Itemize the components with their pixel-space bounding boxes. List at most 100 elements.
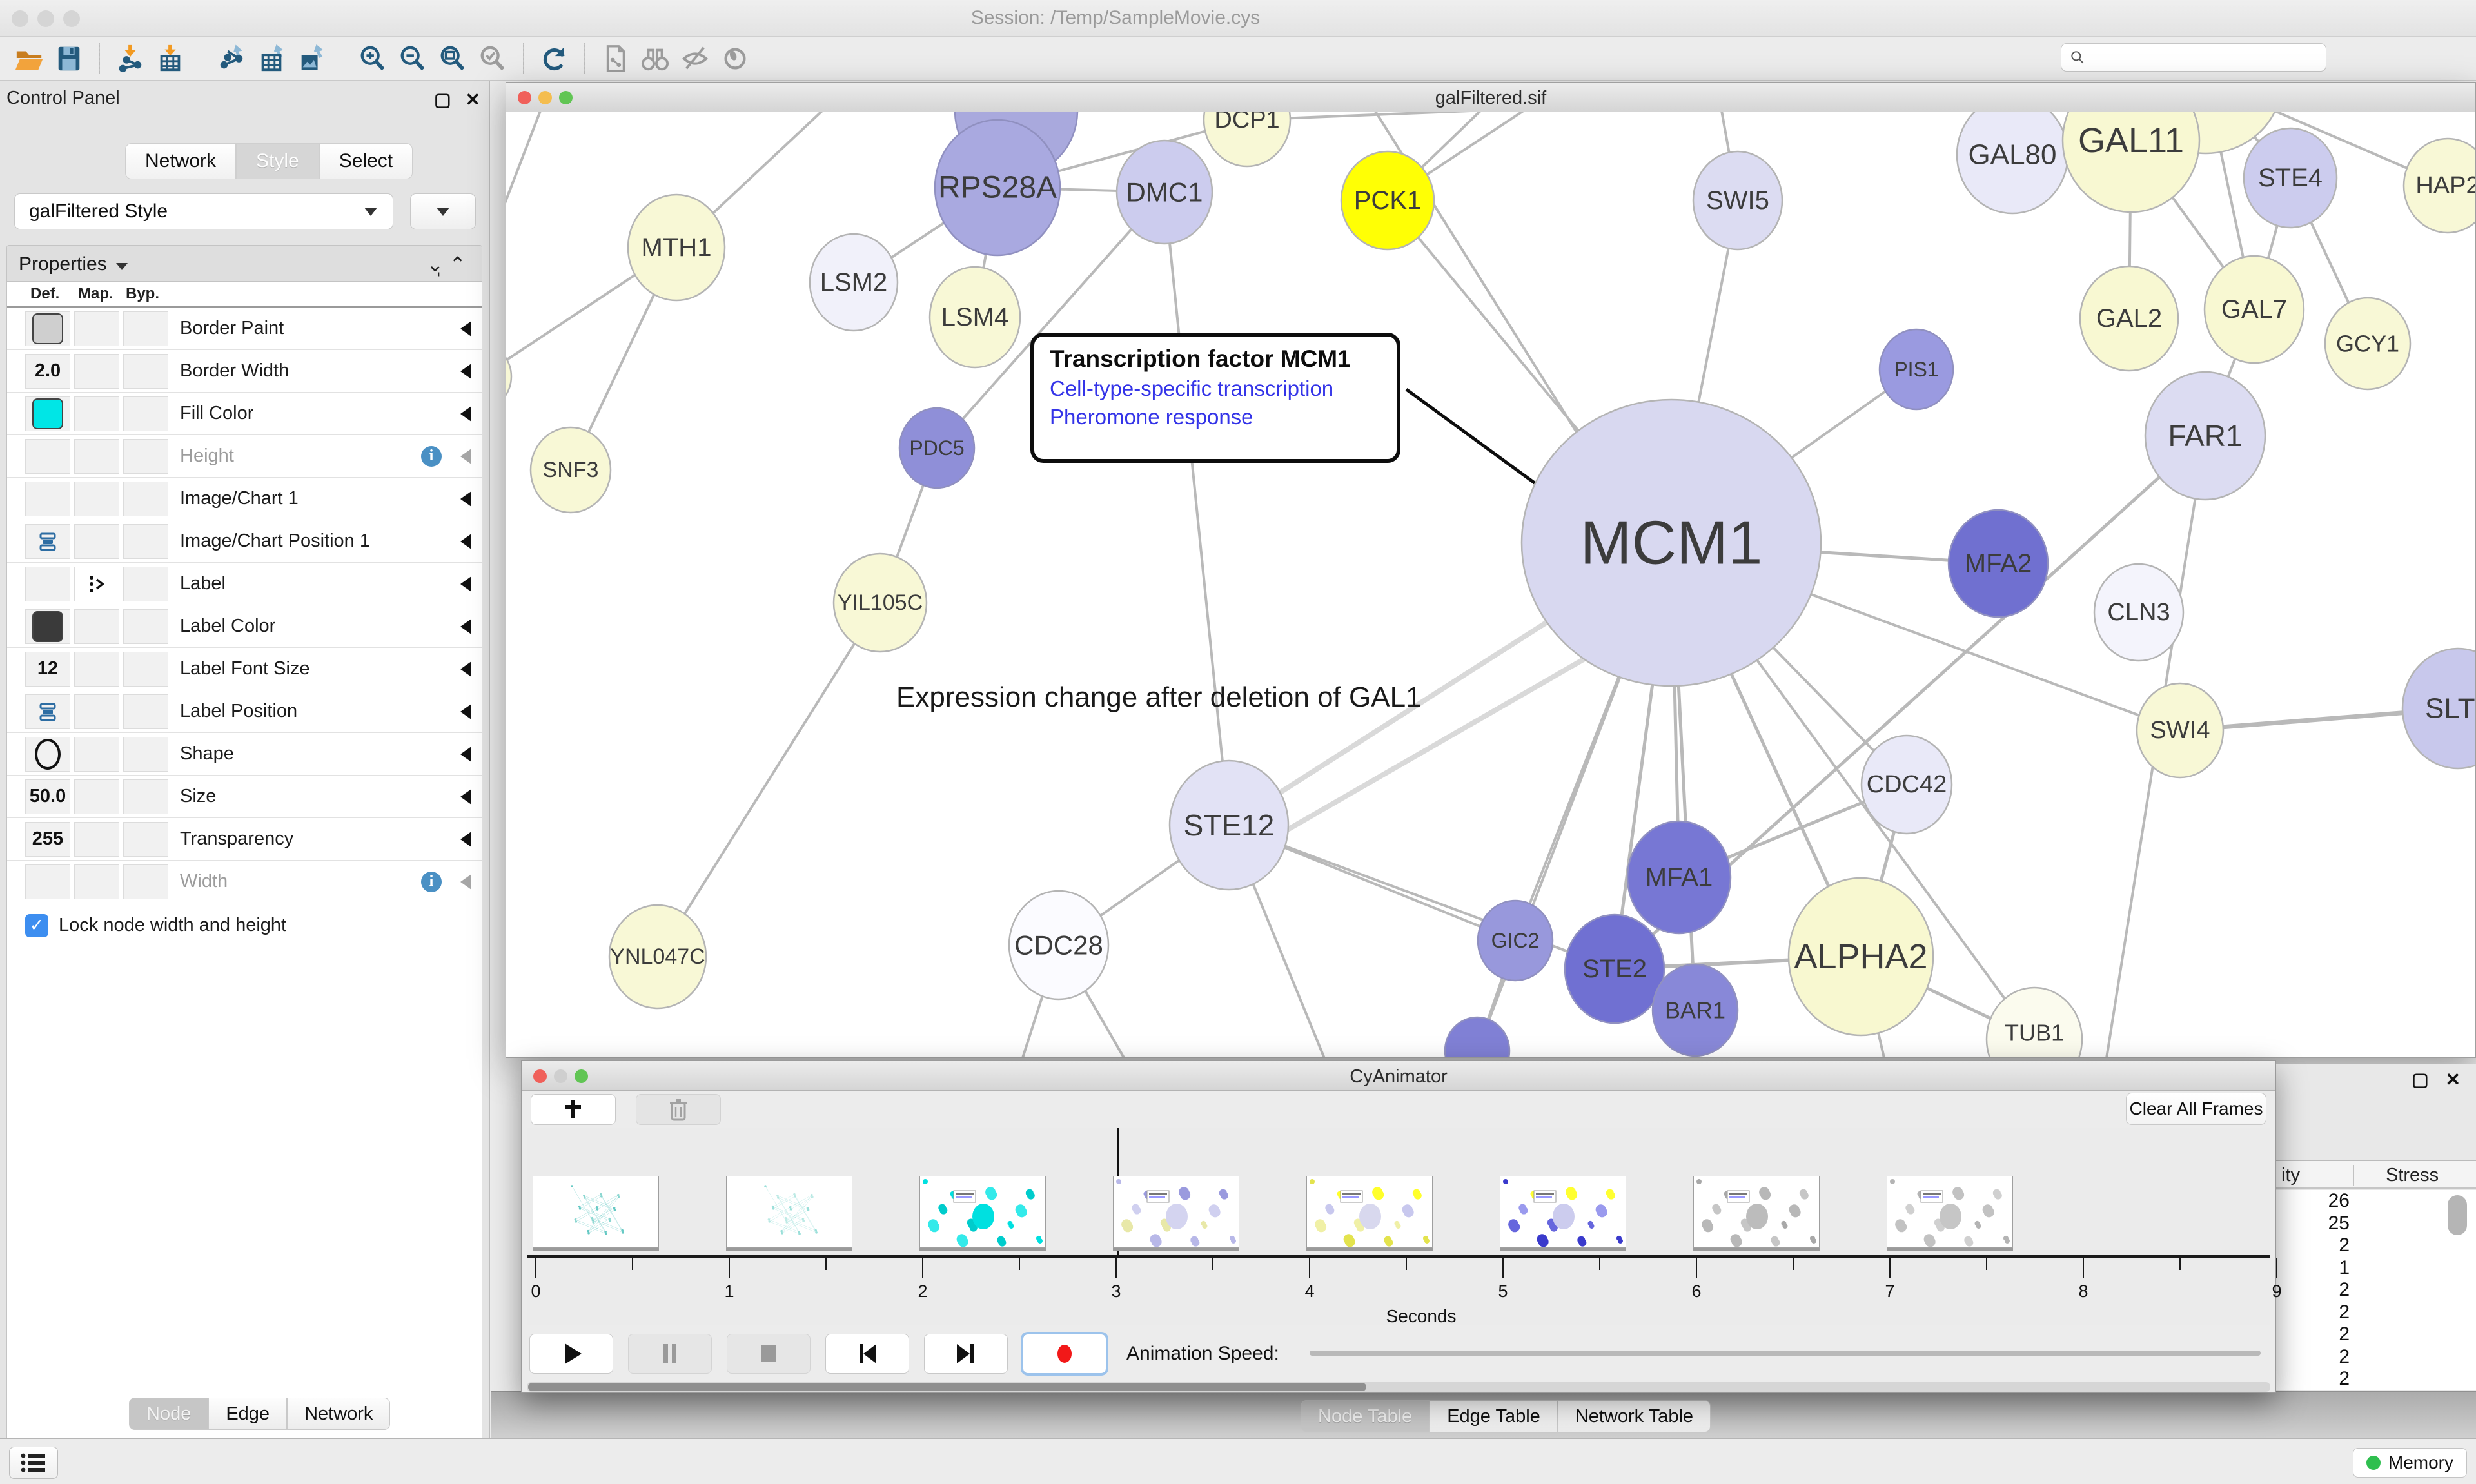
search-input[interactable]	[2061, 43, 2326, 72]
record-button[interactable]	[1023, 1334, 1106, 1374]
minimize-window-icon[interactable]	[37, 10, 54, 27]
mapping-cell[interactable]	[74, 652, 119, 687]
zoom-out-button[interactable]	[393, 40, 433, 77]
maximize-window-icon[interactable]	[63, 10, 80, 27]
tab-node[interactable]: Node	[129, 1398, 208, 1430]
properties-header[interactable]: Properties	[19, 253, 128, 275]
skip-start-button[interactable]	[825, 1334, 909, 1374]
cyanimator-titlebar[interactable]: CyAnimator	[522, 1061, 2275, 1091]
expand-arrow-icon[interactable]	[460, 491, 471, 507]
frame-thumbnail-3[interactable]	[1113, 1176, 1239, 1248]
frame-thumbnail-1[interactable]	[726, 1176, 852, 1248]
network-window-titlebar[interactable]: galFiltered.sif	[506, 83, 2475, 112]
default-value-cell[interactable]	[25, 737, 70, 772]
style-select[interactable]: galFiltered Style	[14, 193, 393, 229]
mcm1-annotation-box[interactable]: Transcription factor MCM1 Cell-type-spec…	[1030, 333, 1400, 463]
mapping-cell[interactable]	[74, 694, 119, 729]
expand-collapse-icons[interactable]: ⌄̩⌃	[426, 252, 471, 277]
bypass-cell[interactable]	[123, 779, 168, 814]
delete-frame-button[interactable]	[636, 1094, 721, 1125]
default-value-cell[interactable]: 12	[25, 652, 70, 687]
animation-speed-slider[interactable]	[1310, 1351, 2261, 1356]
expand-arrow-icon[interactable]	[460, 619, 471, 634]
edge[interactable]	[506, 112, 545, 267]
default-value-cell[interactable]	[25, 311, 70, 346]
close-window-icon[interactable]	[12, 10, 28, 27]
property-row-border-paint[interactable]: Border Paint	[7, 308, 482, 350]
expand-arrow-icon[interactable]	[460, 832, 471, 847]
task-history-button[interactable]	[9, 1447, 58, 1479]
style-options-button[interactable]	[410, 193, 476, 229]
table-row[interactable]: 2	[2276, 1279, 2476, 1302]
table-column-stress[interactable]: Stress	[2386, 1165, 2439, 1186]
property-row-label-color[interactable]: Label Color	[7, 605, 482, 648]
expand-arrow-icon[interactable]	[460, 874, 471, 890]
property-row-label-position[interactable]: Label Position	[7, 690, 482, 733]
table-row[interactable]: 1	[2276, 1257, 2476, 1280]
mapping-cell[interactable]	[74, 822, 119, 857]
default-value-cell[interactable]: 2.0	[25, 354, 70, 389]
tab-edge[interactable]: Edge	[208, 1398, 287, 1430]
table-body[interactable]: 26252122222	[2276, 1190, 2476, 1390]
bypass-cell[interactable]	[123, 567, 168, 601]
bypass-cell[interactable]	[123, 822, 168, 857]
table-header-row[interactable]: ity Stress	[2276, 1160, 2476, 1189]
property-row-fill-color[interactable]: Fill Color	[7, 393, 482, 435]
bypass-cell[interactable]	[123, 524, 168, 559]
mapping-cell[interactable]	[74, 864, 119, 899]
mapping-cell[interactable]	[74, 524, 119, 559]
mapping-cell[interactable]	[74, 567, 119, 601]
table-row[interactable]: 2	[2276, 1302, 2476, 1324]
timeline-horizontal-scrollbar[interactable]	[527, 1382, 2270, 1392]
expand-arrow-icon[interactable]	[460, 704, 471, 719]
edge-dcp1-big_top[interactable]	[1247, 112, 2206, 120]
frame-thumbnail-5[interactable]	[1500, 1176, 1626, 1248]
table-row[interactable]: 2	[2276, 1368, 2476, 1390]
skip-end-button[interactable]	[924, 1334, 1008, 1374]
node-left_sliver[interactable]	[506, 344, 511, 409]
default-value-cell[interactable]	[25, 439, 70, 474]
network-canvas[interactable]: RPS28ADMC1DCP1PCK1MTH1LSM2LSM4SNF3PDC5YI…	[506, 112, 2475, 1057]
mapping-cell[interactable]	[74, 311, 119, 346]
bypass-cell[interactable]	[123, 439, 168, 474]
expand-arrow-icon[interactable]	[460, 747, 471, 762]
default-value-cell[interactable]	[25, 694, 70, 729]
frame-thumbnail-7[interactable]	[1887, 1176, 2013, 1248]
add-frame-button[interactable]	[531, 1094, 616, 1125]
bypass-cell[interactable]	[123, 354, 168, 389]
annotation-link[interactable]: Pheromone response	[1050, 405, 1397, 429]
play-button[interactable]	[529, 1334, 613, 1374]
expression-change-annotation[interactable]: Expression change after deletion of GAL1	[896, 681, 1422, 713]
timeline-ruler[interactable]: Seconds 0123456789	[527, 1255, 2270, 1325]
bypass-cell[interactable]	[123, 652, 168, 687]
property-row-border-width[interactable]: 2.0Border Width	[7, 350, 482, 393]
expand-arrow-icon[interactable]	[460, 576, 471, 592]
close-panel-icon[interactable]: ✕	[2446, 1069, 2461, 1090]
column-divider[interactable]	[2353, 1165, 2354, 1186]
default-value-cell[interactable]	[25, 396, 70, 431]
bypass-cell[interactable]	[123, 311, 168, 346]
mapping-cell[interactable]	[74, 396, 119, 431]
property-row-label[interactable]: Label	[7, 563, 482, 605]
frame-thumbnail-6[interactable]	[1693, 1176, 1820, 1248]
tab-network[interactable]: Network	[287, 1398, 390, 1430]
annotation-link[interactable]: Cell-type-specific transcription	[1050, 376, 1397, 401]
refresh-button[interactable]	[534, 40, 574, 77]
clear-all-frames-button[interactable]: Clear All Frames	[2126, 1093, 2266, 1125]
expand-arrow-icon[interactable]	[460, 789, 471, 805]
bypass-cell[interactable]	[123, 864, 168, 899]
mapping-cell[interactable]	[74, 779, 119, 814]
memory-button[interactable]: Memory	[2353, 1448, 2467, 1478]
frame-thumbnail-4[interactable]	[1306, 1176, 1433, 1248]
default-value-cell[interactable]	[25, 524, 70, 559]
default-value-cell[interactable]: 255	[25, 822, 70, 857]
default-value-cell[interactable]: 50.0	[25, 779, 70, 814]
default-value-cell[interactable]	[25, 864, 70, 899]
lock-node-size-checkbox[interactable]: ✓	[25, 914, 48, 937]
tab-select[interactable]: Select	[319, 143, 413, 179]
table-row[interactable]: 2	[2276, 1346, 2476, 1369]
tab-edge-table[interactable]: Edge Table	[1430, 1400, 1558, 1432]
property-row-transparency[interactable]: 255Transparency	[7, 818, 482, 861]
edge-dmc1-ste12[interactable]	[1164, 192, 1229, 825]
export-table-button[interactable]	[251, 40, 291, 77]
